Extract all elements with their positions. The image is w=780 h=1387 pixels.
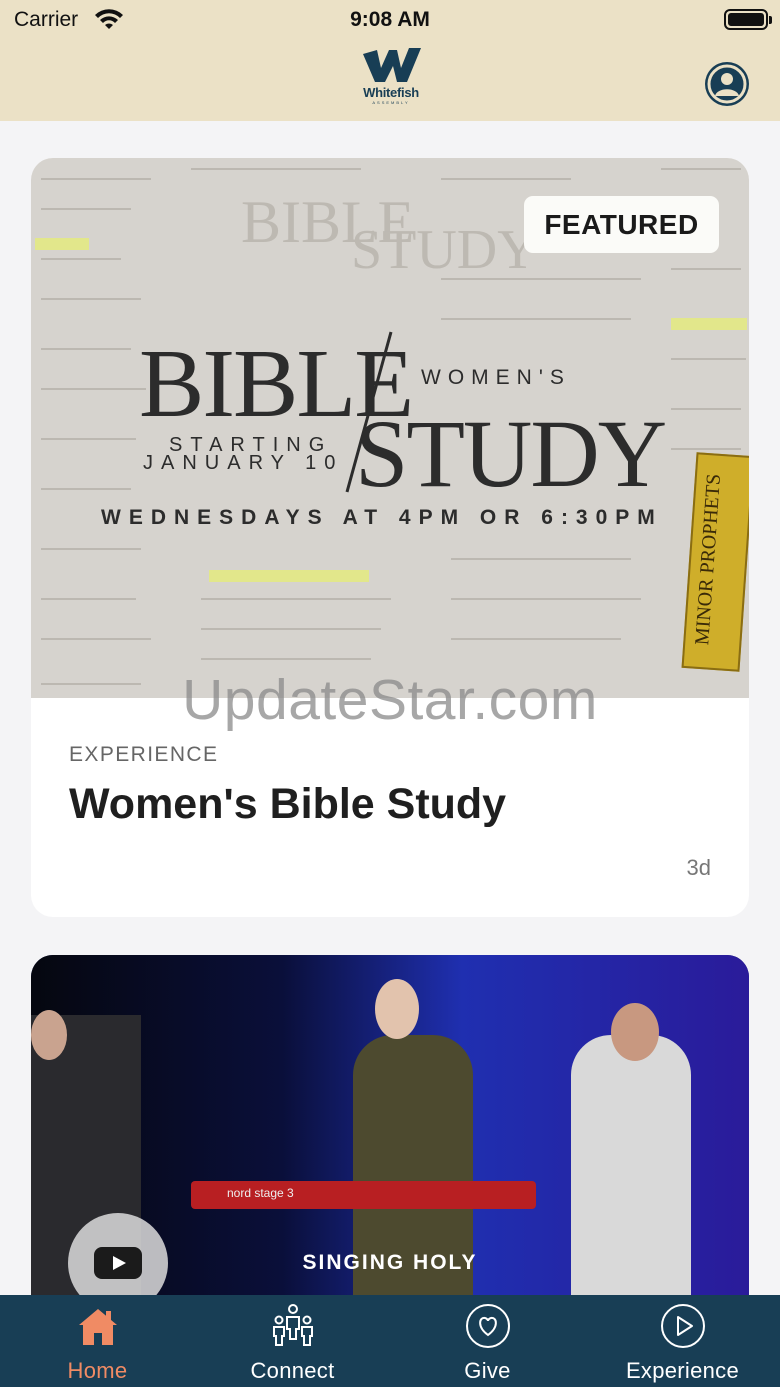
hero-date: JANUARY 10 <box>143 452 344 474</box>
tab-label: Give <box>464 1358 511 1383</box>
home-icon <box>79 1309 117 1345</box>
tab-label: Home <box>67 1358 128 1383</box>
card-timestamp: 3d <box>686 855 711 880</box>
tab-label: Experience <box>625 1358 740 1383</box>
hero-slash-mark <box>345 331 393 493</box>
card-title: Women's Bible Study <box>69 780 507 828</box>
logo-subtext: ASSEMBLY <box>372 100 410 105</box>
ghost-word: STUDY <box>351 219 538 281</box>
tab-home[interactable]: Home <box>0 1295 195 1387</box>
user-icon <box>707 64 747 104</box>
hero-word-study: STUDY <box>355 400 667 507</box>
hero-schedule: WEDNESDAYS AT 4PM OR 6:30PM <box>101 506 663 529</box>
profile-button[interactable] <box>705 62 749 106</box>
heart-icon <box>466 1304 510 1348</box>
tab-connect[interactable]: Connect <box>195 1295 390 1387</box>
featured-card[interactable]: BIBLE STUDY BIBLE STUDY WOMEN'S STARTING… <box>31 158 749 917</box>
keyboard: nord stage 3 <box>191 1181 536 1209</box>
status-time: 9:08 AM <box>350 8 430 31</box>
youtube-play-icon <box>94 1247 142 1279</box>
hero-womens: WOMEN'S <box>421 366 571 389</box>
featured-hero-image: BIBLE STUDY BIBLE STUDY WOMEN'S STARTING… <box>31 158 749 698</box>
book-title: MINOR PROPHETS <box>691 473 726 646</box>
watermark: UpdateStar.com <box>182 668 598 732</box>
keyboard-label: nord stage 3 <box>227 1186 294 1200</box>
featured-badge: FEATURED <box>524 196 719 253</box>
app-logo: Whitefish ASSEMBLY <box>356 46 426 112</box>
play-circle-icon <box>661 1304 705 1348</box>
card-category: EXPERIENCE <box>69 743 219 766</box>
tab-experience[interactable]: Experience <box>585 1295 780 1387</box>
tab-label: Connect <box>250 1358 335 1383</box>
people-icon <box>273 1304 313 1346</box>
logo-wordmark: Whitefish <box>363 85 419 100</box>
book-cover-image: MINOR PROPHETS <box>681 452 749 672</box>
tab-bar: Home Connect Give Experience <box>0 1295 780 1387</box>
app-header: Carrier 9:08 AM Whitefish ASSEMBLY <box>0 0 780 121</box>
tab-give[interactable]: Give <box>390 1295 585 1387</box>
status-bar: Carrier 9:08 AM <box>0 0 780 40</box>
whitefish-w-icon <box>363 48 421 82</box>
battery-icon <box>724 9 772 30</box>
